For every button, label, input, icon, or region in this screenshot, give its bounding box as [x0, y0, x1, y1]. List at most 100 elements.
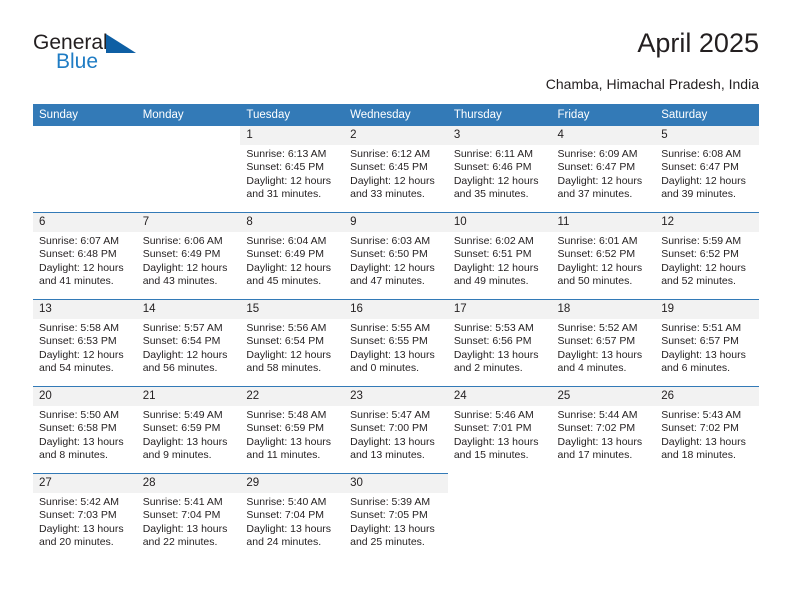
day-cell[interactable]: 8 Sunrise: 6:04 AM Sunset: 6:49 PM Daylight…	[240, 212, 345, 300]
day-cell[interactable]: 2 Sunrise: 6:12 AM Sunset: 6:45 PM Daylight…	[344, 126, 448, 213]
day-cell-empty	[447, 473, 552, 560]
day-cell[interactable]: 30 Sunrise: 5:39 AM Sunset: 7:05 PM Dayligh…	[344, 473, 448, 560]
day-number	[33, 126, 137, 145]
day-cell[interactable]: 5 Sunrise: 6:08 AM Sunset: 6:47 PM Daylight…	[655, 126, 759, 213]
day-info: Sunrise: 5:46 AM Sunset: 7:01 PM Daylight:…	[448, 406, 552, 463]
day-number: 20	[33, 387, 137, 406]
daylight-text: Daylight: 12 hours and 58 minutes.	[246, 348, 332, 375]
day-cell[interactable]: 21 Sunrise: 5:49 AM Sunset: 6:59 PM Dayligh…	[136, 386, 241, 474]
day-info: Sunrise: 5:56 AM Sunset: 6:54 PM Daylight:…	[240, 319, 344, 376]
sunrise-text: Sunrise: 5:48 AM	[246, 409, 327, 421]
daylight-text: Daylight: 13 hours and 25 minutes.	[350, 522, 435, 549]
weekday-header-tuesday: Tuesday	[240, 104, 345, 126]
sunset-text: Sunset: 6:45 PM	[350, 161, 428, 174]
day-number: 17	[447, 300, 552, 319]
day-info: Sunrise: 5:42 AM Sunset: 7:03 PM Daylight:…	[33, 493, 137, 550]
sunrise-text: Sunrise: 5:46 AM	[453, 409, 534, 421]
day-info: Sunrise: 5:47 AM Sunset: 7:00 PM Daylight:…	[344, 406, 448, 463]
day-number: 24	[447, 387, 552, 406]
calendar-page: General Blue April 2025 Chamba, Himachal…	[0, 0, 792, 612]
daylight-text: Daylight: 12 hours and 39 minutes.	[661, 174, 746, 201]
day-cell[interactable]: 28 Sunrise: 5:41 AM Sunset: 7:04 PM Dayligh…	[136, 473, 241, 560]
day-cell[interactable]: 19 Sunrise: 5:51 AM Sunset: 6:57 PM Dayligh…	[655, 299, 759, 387]
sunrise-text: Sunrise: 5:49 AM	[142, 409, 223, 421]
daylight-text: Daylight: 12 hours and 35 minutes.	[453, 174, 539, 201]
day-number: 14	[136, 300, 241, 319]
day-cell[interactable]: 23 Sunrise: 5:47 AM Sunset: 7:00 PM Dayligh…	[344, 386, 448, 474]
daylight-text: Daylight: 12 hours and 41 minutes.	[39, 261, 124, 288]
daylight-text: Daylight: 13 hours and 4 minutes.	[557, 348, 643, 375]
day-cell[interactable]: 17 Sunrise: 5:53 AM Sunset: 6:56 PM Dayligh…	[447, 299, 552, 387]
day-cell[interactable]: 20 Sunrise: 5:50 AM Sunset: 6:58 PM Dayligh…	[33, 386, 137, 474]
day-cell[interactable]: 18 Sunrise: 5:52 AM Sunset: 6:57 PM Dayligh…	[551, 299, 656, 387]
sunset-text: Sunset: 7:04 PM	[246, 509, 325, 522]
sunset-text: Sunset: 7:02 PM	[661, 422, 739, 435]
sunset-text: Sunset: 6:52 PM	[661, 248, 739, 261]
day-number: 27	[33, 474, 137, 493]
day-cell[interactable]: 11 Sunrise: 6:01 AM Sunset: 6:52 PM Dayligh…	[551, 212, 656, 300]
page-header: General Blue April 2025 Chamba, Himachal…	[33, 28, 759, 96]
weekday-header-row: Sunday Monday Tuesday Wednesday Thursday Frid…	[33, 104, 759, 126]
logo-triangle-icon	[106, 34, 136, 53]
day-cell[interactable]: 27 Sunrise: 5:42 AM Sunset: 7:03 PM Dayligh…	[33, 473, 137, 560]
day-info: Sunrise: 6:13 AM Sunset: 6:45 PM Daylight:…	[240, 145, 344, 202]
sunrise-text: Sunrise: 5:58 AM	[39, 322, 119, 334]
day-cell[interactable]: 12 Sunrise: 5:59 AM Sunset: 6:52 PM Dayligh…	[655, 212, 759, 300]
day-number: 9	[344, 213, 448, 232]
day-cell-empty	[136, 126, 241, 213]
day-info: Sunrise: 5:59 AM Sunset: 6:52 PM Daylight:…	[655, 232, 759, 289]
day-number	[447, 474, 552, 493]
day-cell[interactable]: 16 Sunrise: 5:55 AM Sunset: 6:55 PM Dayligh…	[344, 299, 448, 387]
daylight-text: Daylight: 13 hours and 22 minutes.	[142, 522, 228, 549]
day-cell[interactable]: 13 Sunrise: 5:58 AM Sunset: 6:53 PM Dayligh…	[33, 299, 137, 387]
daylight-text: Daylight: 12 hours and 43 minutes.	[142, 261, 228, 288]
day-cell[interactable]: 22 Sunrise: 5:48 AM Sunset: 6:59 PM Dayligh…	[240, 386, 345, 474]
day-number: 11	[551, 213, 656, 232]
day-cell[interactable]: 29 Sunrise: 5:40 AM Sunset: 7:04 PM Dayligh…	[240, 473, 345, 560]
day-info: Sunrise: 5:40 AM Sunset: 7:04 PM Daylight:…	[240, 493, 344, 550]
sunrise-text: Sunrise: 5:40 AM	[246, 496, 327, 508]
day-cell[interactable]: 14 Sunrise: 5:57 AM Sunset: 6:54 PM Dayligh…	[136, 299, 241, 387]
day-cell[interactable]: 1 Sunrise: 6:13 AM Sunset: 6:45 PM Daylight…	[240, 126, 345, 213]
day-cell[interactable]: 15 Sunrise: 5:56 AM Sunset: 6:54 PM Dayligh…	[240, 299, 345, 387]
sunrise-text: Sunrise: 5:41 AM	[142, 496, 223, 508]
daylight-text: Daylight: 13 hours and 24 minutes.	[246, 522, 332, 549]
sunrise-text: Sunrise: 6:02 AM	[453, 235, 534, 247]
day-info: Sunrise: 5:51 AM Sunset: 6:57 PM Daylight:…	[655, 319, 759, 376]
day-number: 13	[33, 300, 137, 319]
day-cell[interactable]: 7 Sunrise: 6:06 AM Sunset: 6:49 PM Daylight…	[136, 212, 241, 300]
sunset-text: Sunset: 7:03 PM	[39, 509, 117, 522]
sunrise-sunset-calendar: Sunday Monday Tuesday Wednesday Thursday Frid…	[33, 104, 759, 560]
day-info: Sunrise: 6:01 AM Sunset: 6:52 PM Daylight:…	[552, 232, 656, 289]
day-number: 10	[447, 213, 552, 232]
day-cell[interactable]: 6 Sunrise: 6:07 AM Sunset: 6:48 PM Daylight…	[33, 212, 137, 300]
sunrise-text: Sunrise: 6:12 AM	[350, 148, 431, 160]
daylight-text: Daylight: 12 hours and 33 minutes.	[350, 174, 435, 201]
daylight-text: Daylight: 12 hours and 45 minutes.	[246, 261, 332, 288]
day-info: Sunrise: 6:08 AM Sunset: 6:47 PM Daylight:…	[655, 145, 759, 202]
calendar-week-row: 13 Sunrise: 5:58 AM Sunset: 6:53 PM Dayligh…	[33, 299, 759, 387]
calendar-week-row: 1 Sunrise: 6:13 AM Sunset: 6:45 PM Daylight…	[33, 126, 759, 213]
day-info: Sunrise: 6:11 AM Sunset: 6:46 PM Daylight:…	[448, 145, 552, 202]
daylight-text: Daylight: 13 hours and 0 minutes.	[350, 348, 435, 375]
day-number: 3	[447, 126, 552, 145]
sunrise-text: Sunrise: 5:59 AM	[661, 235, 742, 247]
weekday-header-monday: Monday	[136, 104, 241, 126]
daylight-text: Daylight: 12 hours and 47 minutes.	[350, 261, 435, 288]
daylight-text: Daylight: 12 hours and 31 minutes.	[246, 174, 332, 201]
day-cell[interactable]: 9 Sunrise: 6:03 AM Sunset: 6:50 PM Daylight…	[344, 212, 448, 300]
day-cell[interactable]: 4 Sunrise: 6:09 AM Sunset: 6:47 PM Daylight…	[551, 126, 656, 213]
sunset-text: Sunset: 6:48 PM	[39, 248, 117, 261]
day-cell[interactable]: 24 Sunrise: 5:46 AM Sunset: 7:01 PM Dayligh…	[447, 386, 552, 474]
day-cell-empty	[33, 126, 137, 213]
day-cell[interactable]: 3 Sunrise: 6:11 AM Sunset: 6:46 PM Daylight…	[447, 126, 552, 213]
day-cell[interactable]: 25 Sunrise: 5:44 AM Sunset: 7:02 PM Dayligh…	[551, 386, 656, 474]
general-blue-logo[interactable]: General Blue	[33, 32, 153, 82]
day-info: Sunrise: 6:03 AM Sunset: 6:50 PM Daylight:…	[344, 232, 448, 289]
day-cell[interactable]: 10 Sunrise: 6:02 AM Sunset: 6:51 PM Dayligh…	[447, 212, 552, 300]
day-info: Sunrise: 5:52 AM Sunset: 6:57 PM Daylight:…	[552, 319, 656, 376]
day-info: Sunrise: 5:48 AM Sunset: 6:59 PM Daylight:…	[240, 406, 344, 463]
sunrise-text: Sunrise: 5:56 AM	[246, 322, 327, 334]
daylight-text: Daylight: 13 hours and 13 minutes.	[350, 435, 435, 462]
day-cell[interactable]: 26 Sunrise: 5:43 AM Sunset: 7:02 PM Dayligh…	[655, 386, 759, 474]
